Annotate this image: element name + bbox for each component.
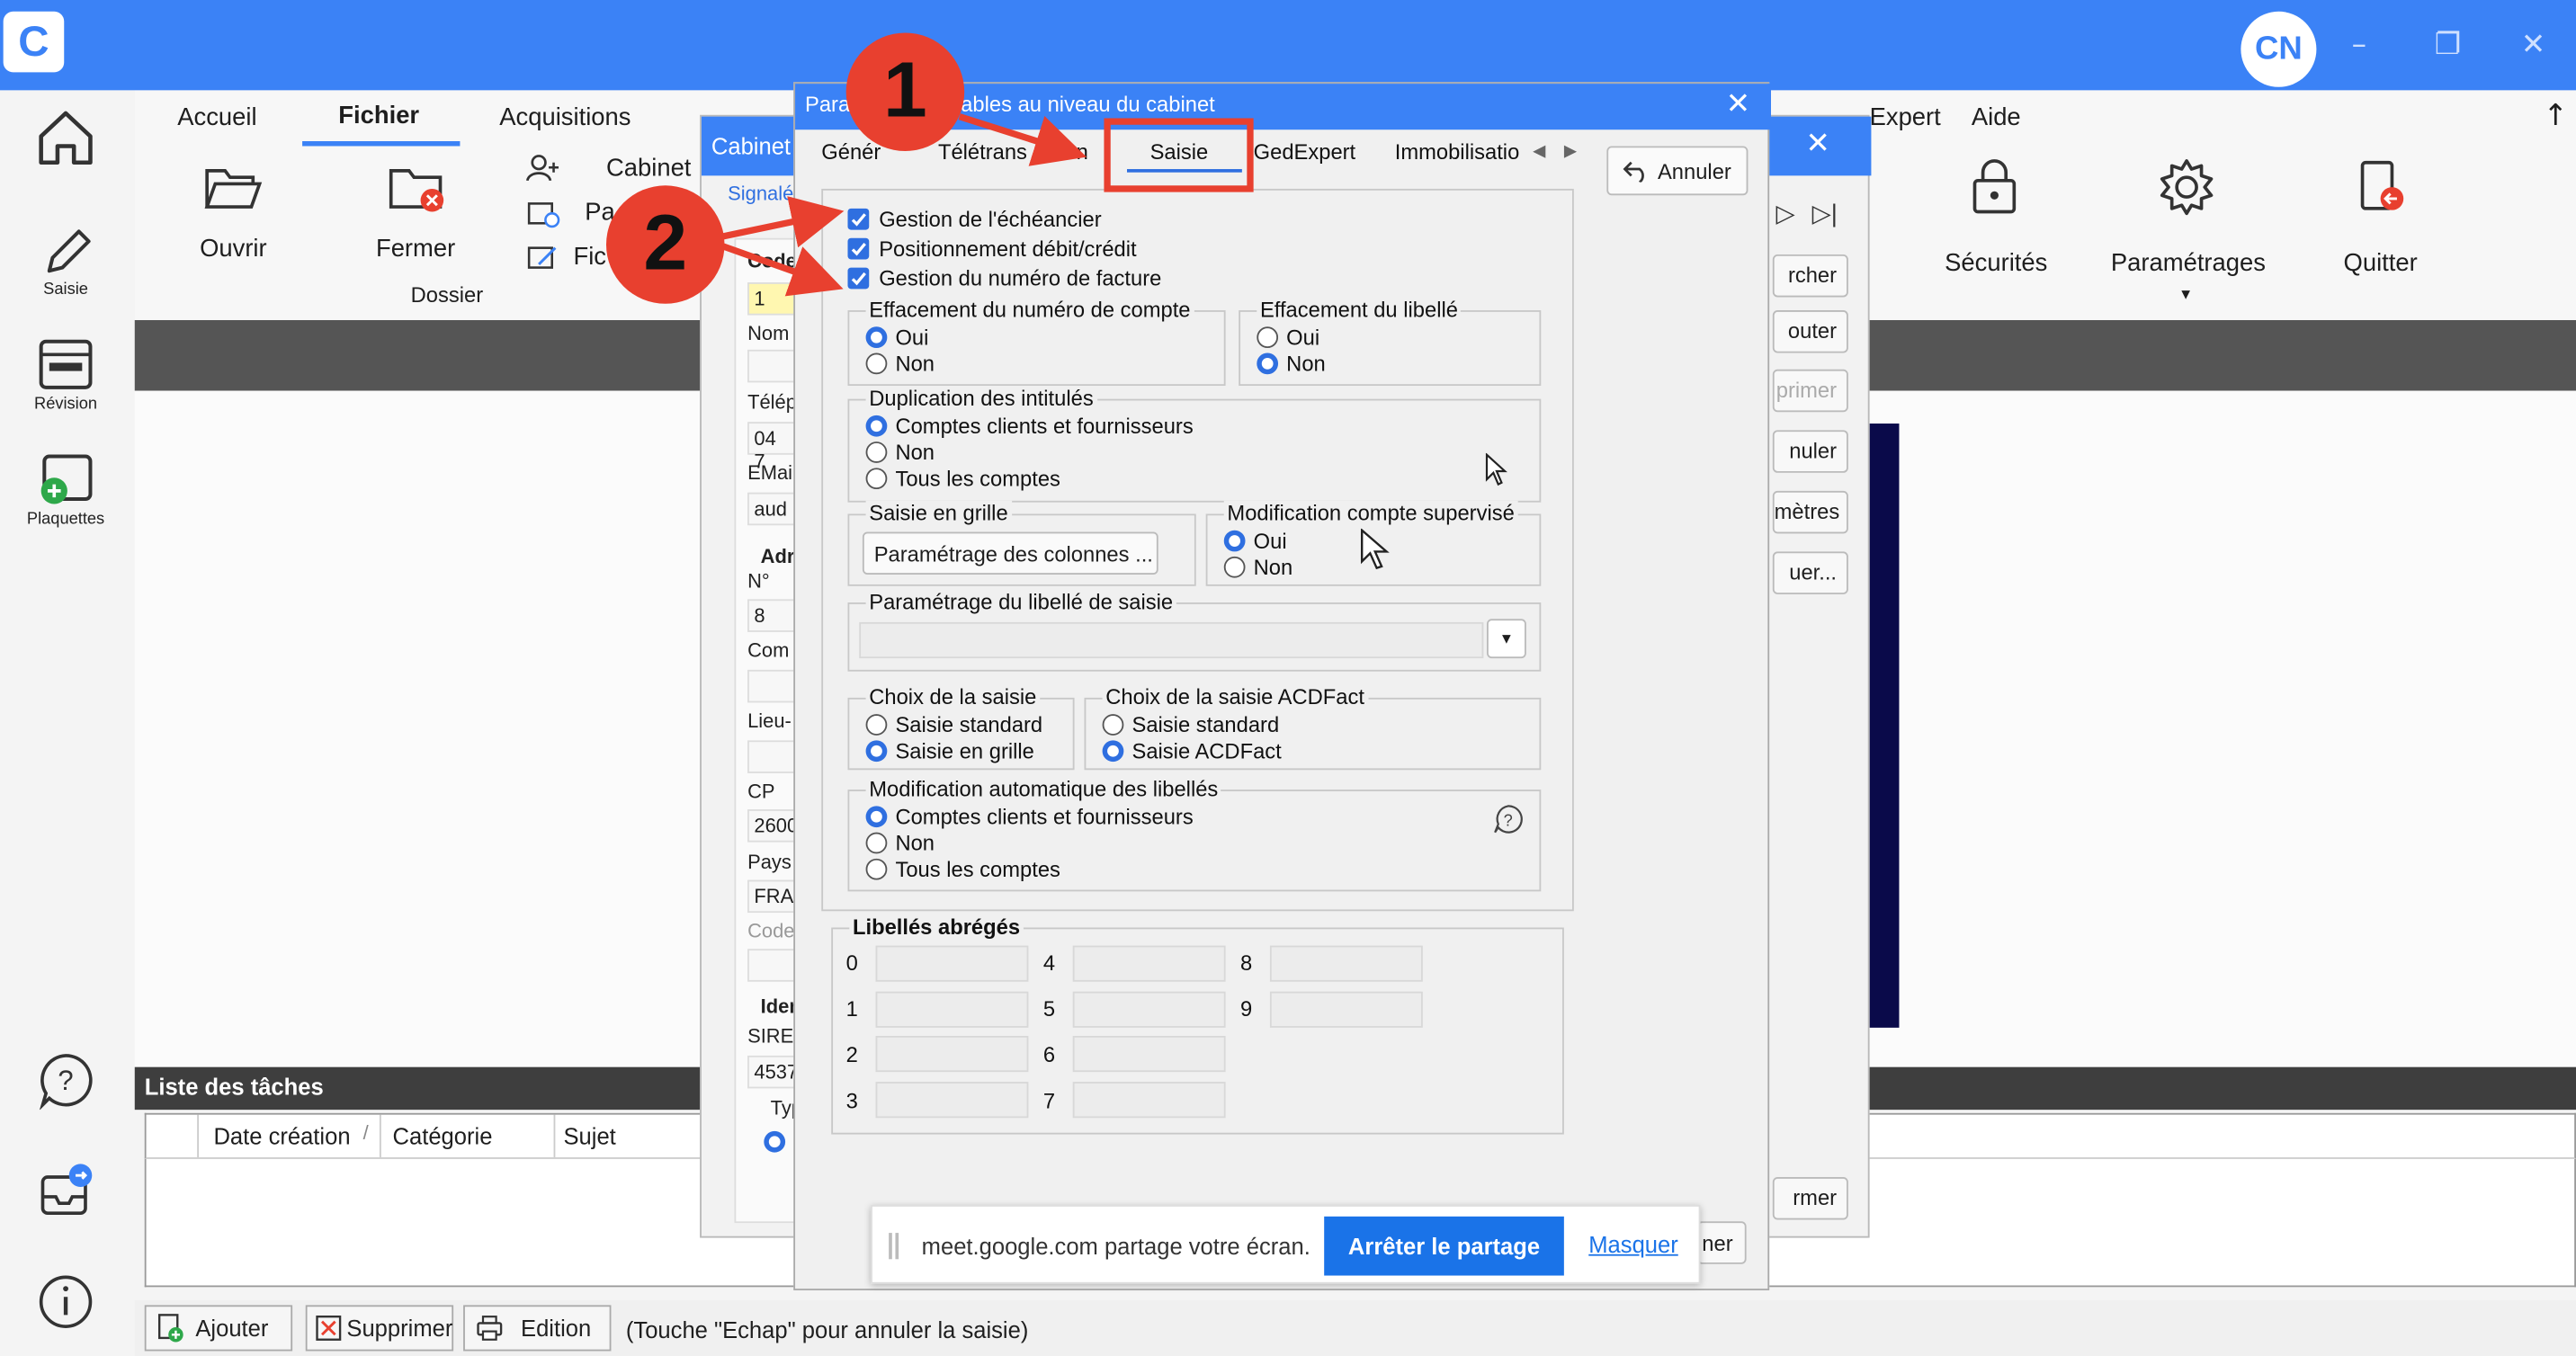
hide-link[interactable]: Masquer: [1588, 1231, 1677, 1257]
arrow-to-saisie-tab: [958, 113, 1087, 166]
drag-handle-icon[interactable]: [889, 1233, 899, 1260]
screen-share-bar: meet.google.com partage votre écran. Arr…: [871, 1205, 1701, 1284]
arrow-to-facture: [721, 243, 844, 297]
annotation-arrows: [721, 113, 1087, 297]
share-bar-text: meet.google.com partage votre écran.: [921, 1233, 1310, 1260]
arrow-to-echeancier: [721, 196, 845, 248]
stop-sharing-button[interactable]: Arrêter le partage: [1324, 1216, 1564, 1276]
screen: C CN – ❐ ✕ Saisie Révision Plaquettes ?: [0, 0, 2576, 1356]
